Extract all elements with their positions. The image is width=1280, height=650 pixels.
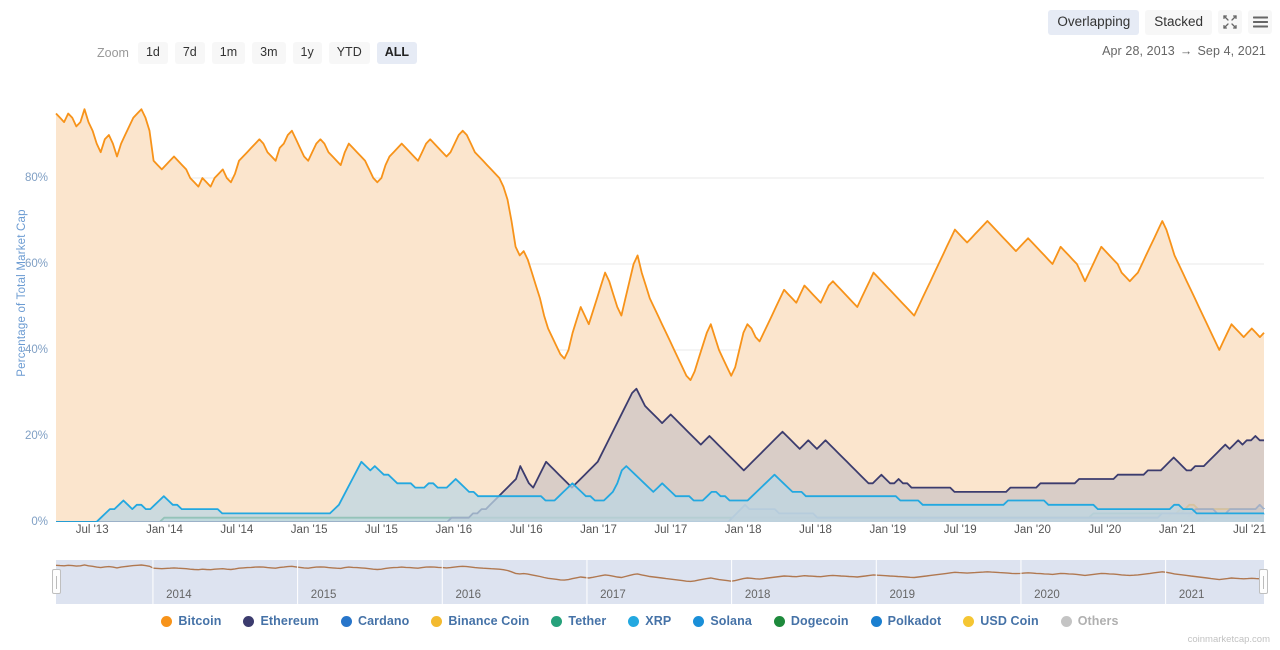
x-axis-tick: Jul '14 (220, 524, 254, 536)
navigator-year-label: 2019 (889, 589, 916, 601)
legend-label: Binance Coin (448, 614, 530, 628)
zoom-label: Zoom (97, 45, 129, 60)
range-button-1y[interactable]: 1y (292, 42, 322, 64)
legend-label: Tether (568, 614, 607, 628)
legend-label: Dogecoin (790, 614, 849, 628)
range-button-all[interactable]: ALL (376, 42, 418, 64)
x-axis-tick: Jul '18 (799, 524, 832, 536)
legend-label: USD Coin (980, 614, 1039, 628)
y-axis-tick-0: 0% (31, 516, 48, 528)
legend-item-cardano[interactable]: Cardano (340, 614, 410, 628)
range-button-ytd[interactable]: YTD (328, 42, 370, 64)
legend-dot-icon (773, 615, 785, 627)
y-axis-tick-60: 60% (24, 258, 48, 270)
date-range-start[interactable]: Apr 28, 2013 (1102, 44, 1175, 58)
range-button-3m[interactable]: 3m (252, 42, 286, 64)
navigator-year-label: 2015 (310, 589, 337, 601)
legend-dot-icon (693, 615, 705, 627)
legend-item-dogecoin[interactable]: Dogecoin (773, 614, 849, 628)
navigator-canvas[interactable] (55, 560, 1265, 604)
legend-label: Others (1077, 614, 1119, 628)
credit-text: coinmarketcap.com (1187, 634, 1270, 645)
legend-dot-icon (243, 615, 255, 627)
x-axis-tick: Jan '17 (580, 524, 617, 536)
legend-dot-icon (551, 615, 563, 627)
legend-item-others[interactable]: Others (1060, 614, 1119, 628)
legend-dot-icon (340, 615, 352, 627)
legend-dot-icon (870, 615, 882, 627)
date-range-arrow-icon: → (1179, 44, 1193, 58)
legend-label: Cardano (357, 614, 410, 628)
range-button-7d[interactable]: 7d (174, 42, 205, 64)
legend-label: XRP (645, 614, 672, 628)
x-axis-tick: Jan '16 (435, 524, 473, 536)
legend-item-ethereum[interactable]: Ethereum (243, 614, 319, 628)
hamburger-menu-icon[interactable] (1248, 10, 1272, 35)
date-range-end[interactable]: Sep 4, 2021 (1197, 44, 1266, 58)
overlapping-view-button[interactable]: Overlapping (1048, 10, 1140, 35)
y-axis-title: Percentage of Total Market Cap (16, 209, 28, 377)
navigator-year-label: 2014 (166, 589, 192, 601)
x-axis-tick: Jan '21 (1158, 524, 1196, 536)
legend-item-bitcoin[interactable]: Bitcoin (161, 614, 221, 628)
legend-dot-icon (628, 615, 640, 627)
x-axis-tick: Jul '13 (75, 524, 109, 536)
navigator-year-label: 2021 (1178, 589, 1205, 601)
x-axis-tick: Jan '20 (1014, 524, 1051, 536)
chart-navigator[interactable]: 2014 2015 2016 2017 2018 2019 2020 2021 (52, 560, 1268, 604)
x-axis-tick: Jul '19 (943, 524, 977, 536)
navigator-year-label: 2020 (1034, 589, 1060, 601)
x-axis-tick: Jan '14 (146, 524, 183, 536)
chart-plot-area[interactable]: Percentage of Total Market Cap 0% 20% 40% 6… (0, 72, 1280, 542)
legend-item-polkadot[interactable]: Polkadot (870, 614, 942, 628)
legend-label: Bitcoin (178, 614, 222, 628)
chart-page: Overlapping Stacked Zoom 1d 7d 1m 3m 1y … (0, 0, 1280, 650)
x-axis-tick: Jul '16 (509, 524, 543, 536)
chart-canvas[interactable] (0, 72, 1280, 522)
chart-legend: Bitcoin Ethereum Cardano Binance Coin Tether… (0, 614, 1280, 628)
fullscreen-icon[interactable] (1218, 10, 1242, 35)
zoom-range-selector: Zoom 1d 7d 1m 3m 1y YTD ALL (97, 42, 418, 64)
x-axis-tick: Jan '19 (869, 524, 907, 536)
legend-dot-icon (431, 615, 443, 627)
range-button-1m[interactable]: 1m (211, 42, 246, 64)
legend-item-solana[interactable]: Solana (693, 614, 752, 628)
navigator-year-label: 2016 (455, 589, 482, 601)
x-axis-tick: Jul '15 (365, 524, 398, 536)
navigator-handle-left[interactable] (52, 569, 61, 594)
range-button-1d[interactable]: 1d (137, 42, 168, 64)
x-axis-tick: Jan '15 (290, 524, 328, 536)
y-axis-tick-80: 80% (24, 172, 48, 184)
legend-label: Ethereum (260, 614, 319, 628)
legend-dot-icon (1060, 615, 1072, 627)
y-axis-tick-20: 20% (24, 430, 48, 442)
legend-dot-icon (963, 615, 975, 627)
stacked-view-button[interactable]: Stacked (1145, 10, 1212, 35)
navigator-handle-right[interactable] (1259, 569, 1268, 594)
legend-label: Polkadot (887, 614, 942, 628)
y-axis-tick-40: 40% (24, 344, 48, 356)
legend-dot-icon (161, 615, 173, 627)
date-range-display: Apr 28, 2013 → Sep 4, 2021 (1102, 44, 1266, 58)
chart-view-toolbar: Overlapping Stacked (1048, 10, 1272, 35)
x-axis-tick: Jul '21 (1233, 524, 1266, 536)
x-axis-tick: Jul '20 (1088, 524, 1122, 536)
navigator-year-label: 2018 (744, 589, 771, 601)
legend-item-tether[interactable]: Tether (551, 614, 606, 628)
legend-item-binance-coin[interactable]: Binance Coin (431, 614, 529, 628)
x-axis-tick: Jan '18 (724, 524, 762, 536)
navigator-band (56, 560, 1264, 604)
legend-item-usd-coin[interactable]: USD Coin (963, 614, 1039, 628)
legend-label: Solana (710, 614, 752, 628)
x-axis-tick: Jul '17 (654, 524, 688, 536)
legend-item-xrp[interactable]: XRP (628, 614, 671, 628)
navigator-year-label: 2017 (600, 589, 626, 601)
